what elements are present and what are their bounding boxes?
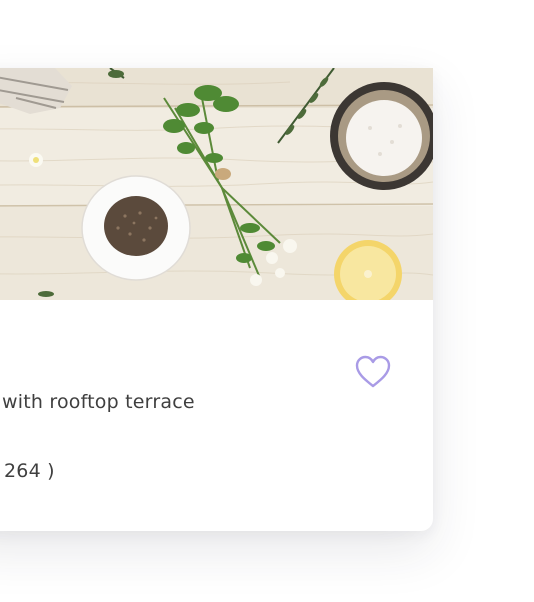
- listing-title: with rooftop terrace: [2, 391, 195, 413]
- favorite-button[interactable]: [355, 355, 391, 389]
- review-count: 264 ): [4, 460, 55, 482]
- page-viewport: with rooftop terrace 264 ): [0, 0, 534, 602]
- listing-card[interactable]: with rooftop terrace 264 ): [0, 68, 433, 531]
- listing-photo: [0, 68, 433, 300]
- heart-outline-icon: [355, 355, 391, 388]
